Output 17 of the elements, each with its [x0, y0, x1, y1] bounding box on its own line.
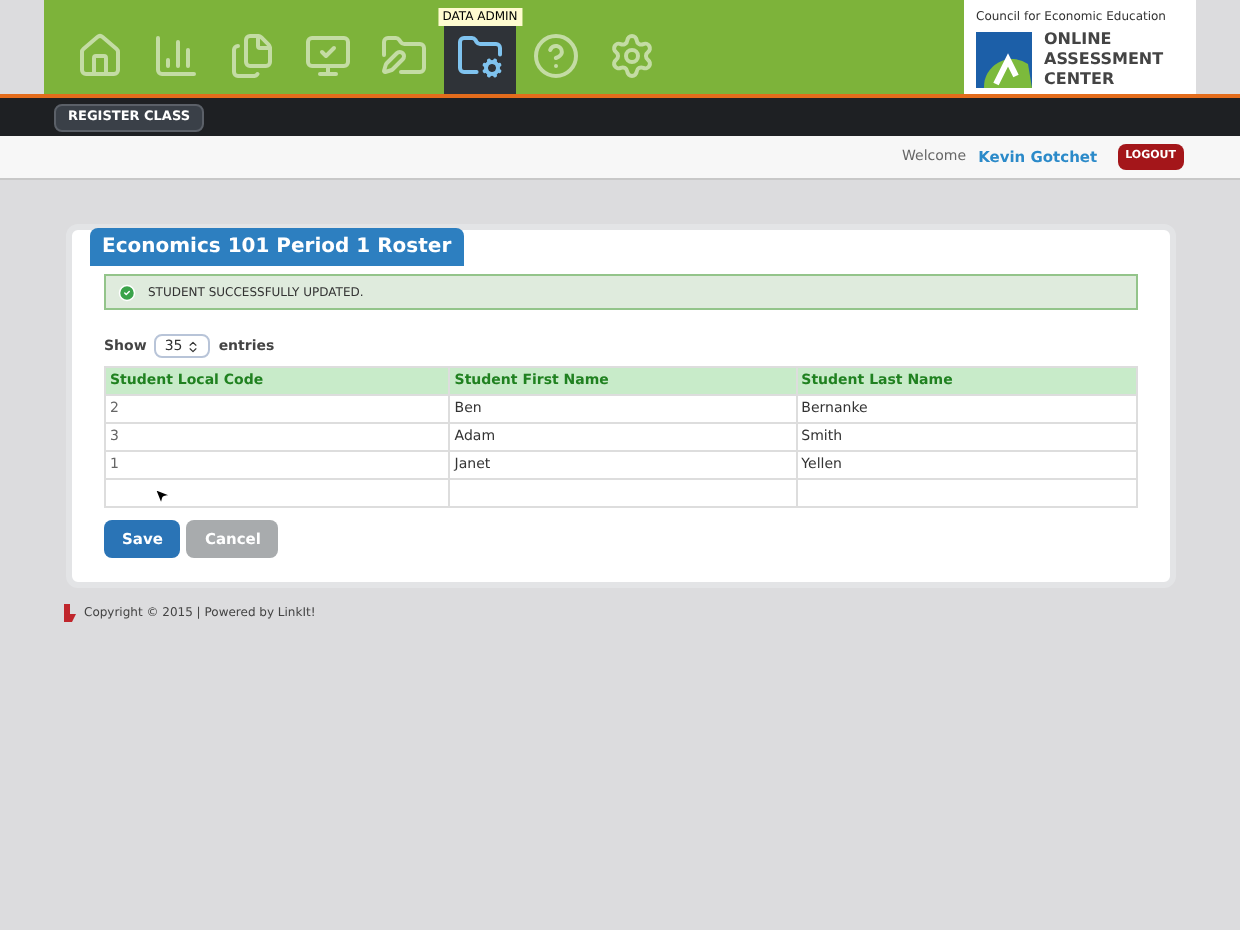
logo-text: CENTER: [1044, 70, 1117, 90]
logo-text: ONLINE: [1044, 30, 1114, 50]
panel-title: Economics 101 Period 1 Roster: [90, 228, 464, 266]
folder-gear-icon: [456, 32, 504, 80]
folder-pencil-icon: [380, 32, 428, 80]
monitor-check-icon: [304, 32, 352, 80]
help-icon: [532, 32, 580, 80]
logo-icon: [976, 32, 1032, 88]
logo-text: ASSESSMENT: [1044, 50, 1164, 70]
documents-icon: [228, 32, 276, 80]
bar-chart-icon: [152, 32, 200, 80]
check-icon: [118, 283, 136, 301]
linkit-logo-icon: [62, 604, 78, 622]
mouse-cursor-icon: [152, 486, 172, 506]
home-icon: [76, 32, 124, 80]
settings-icon: [608, 32, 656, 80]
select-arrows-icon: [186, 339, 201, 353]
